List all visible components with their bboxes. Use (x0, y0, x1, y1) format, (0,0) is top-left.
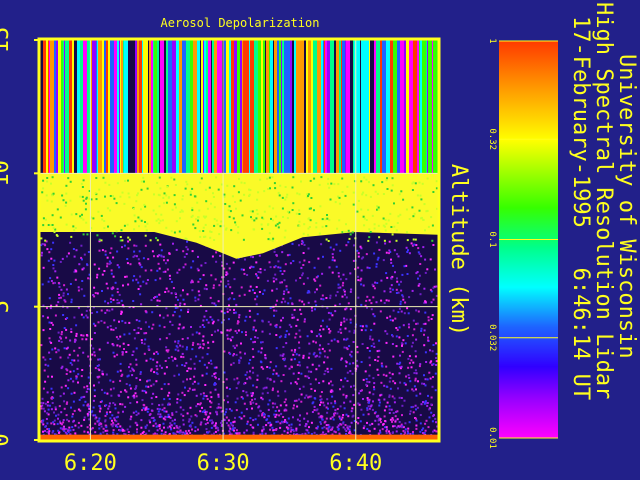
colorbar-tick-label: 0.032 (487, 324, 497, 351)
depolarization-plot (37, 37, 441, 443)
title-line-instrument: High Spectral Resolution Lidar (591, 2, 616, 399)
x-tick-label: 6:20 (64, 451, 117, 476)
title-line-university: University of Wisconsin (614, 54, 639, 359)
lidar-display: Aerosol Depolarization 051015 6:206:306:… (0, 2, 639, 476)
colorbar-tick-label: 0.32 (487, 128, 497, 150)
title-line-date-time: 17-February-1995 6:46:14 UT (568, 16, 593, 400)
y-tick-label: 0 (0, 433, 14, 446)
layer-noise (40, 40, 438, 174)
x-tick-label: 6:30 (197, 451, 250, 476)
x-axis-ticks: 6:20 6:30 6:40 (64, 451, 382, 476)
y-tick-label: 5 (0, 300, 14, 313)
y-tick-label: 10 (0, 160, 14, 187)
layer-surface (40, 434, 438, 440)
colorbar-tick-label: 0.01 (487, 427, 497, 449)
layer-low-depolarization (40, 240, 438, 437)
colorbar-tick-label: 0.1 (487, 231, 497, 247)
colorbar-tick-label: 1 (487, 38, 497, 43)
x-tick-label: 6:40 (329, 451, 382, 476)
y-tick-label: 15 (0, 27, 14, 54)
colorbar: 1 0.32 0.1 0.032 0.01 (487, 38, 558, 449)
y-axis-label: Altitude (km) (446, 164, 471, 336)
station-title: University of Wisconsin High Spectral Re… (568, 2, 639, 400)
y-axis-ticks: 0 5 10 15 (0, 27, 40, 447)
data-layers (40, 40, 438, 440)
surface-strip (40, 434, 438, 440)
chart-title: Aerosol Depolarization (161, 16, 320, 30)
